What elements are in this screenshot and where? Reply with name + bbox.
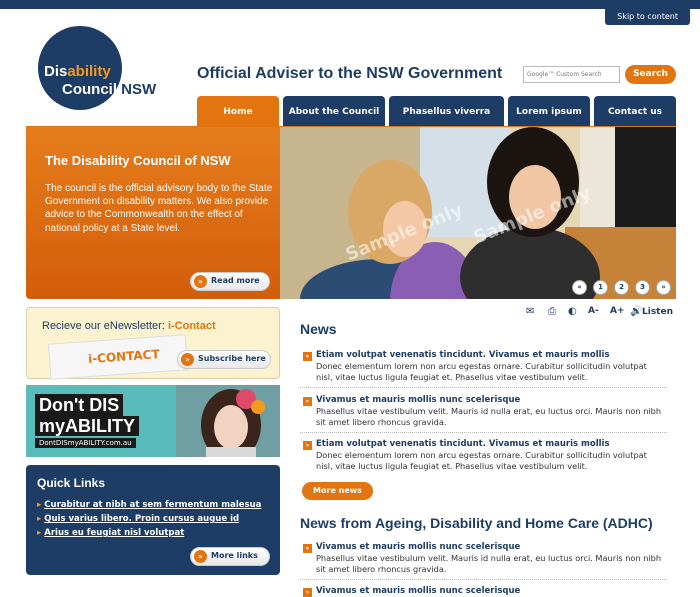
nav-tab-phasellus[interactable]: Phasellus viverra bbox=[389, 96, 504, 127]
top-bar bbox=[0, 0, 700, 9]
read-more-button[interactable]: » Read more bbox=[190, 272, 270, 291]
more-news-button[interactable]: More news bbox=[302, 482, 373, 500]
news-item-title[interactable]: Etiam volutpat venenatis tincidunt. Viva… bbox=[316, 350, 610, 360]
news-item: » Vivamus et mauris mollis nunc sceleris… bbox=[300, 395, 667, 435]
news-divider bbox=[300, 579, 667, 580]
pager-page-1[interactable]: 1 bbox=[593, 280, 608, 295]
pager-page-3[interactable]: 3 bbox=[635, 280, 650, 295]
hero-title: The Disability Council of NSW bbox=[45, 153, 231, 168]
nav-tab-lorem[interactable]: Lorem ipsum bbox=[508, 96, 590, 127]
pager-next-button[interactable]: » bbox=[656, 280, 671, 295]
news-item-title[interactable]: Etiam volutpat venenatis tincidunt. Viva… bbox=[316, 439, 610, 449]
arrow-icon: » bbox=[303, 397, 312, 406]
arrow-icon: » bbox=[303, 588, 312, 597]
chevron-right-icon: » bbox=[181, 353, 194, 366]
slide-pager: « 1 2 3 » bbox=[572, 280, 671, 295]
banner-line-2: myABILITY bbox=[35, 416, 140, 436]
banner-line-1: Don't DIS bbox=[35, 394, 124, 416]
banner-photo bbox=[176, 385, 280, 457]
news-item-body: Phasellus vitae vestibulum velit. Mauris… bbox=[316, 406, 662, 427]
news-item-title[interactable]: Vivamus et mauris mollis nunc scelerisqu… bbox=[316, 395, 520, 405]
adhc-news-item: » Vivamus et mauris mollis nunc sceleris… bbox=[300, 586, 667, 597]
news-divider bbox=[300, 387, 667, 388]
more-links-label: More links bbox=[211, 551, 258, 560]
adhc-item-title[interactable]: Vivamus et mauris mollis nunc scelerisqu… bbox=[316, 586, 520, 596]
site-title: Official Adviser to the NSW Government bbox=[197, 65, 503, 82]
text-smaller-icon[interactable]: A- bbox=[588, 306, 599, 316]
news-item-body: Donec elementum lorem non arcu egestas o… bbox=[316, 361, 647, 382]
quick-link-3[interactable]: ▸ Arius eu feugiat nisl volutpat bbox=[37, 528, 184, 538]
nav-tab-home[interactable]: Home bbox=[197, 96, 279, 127]
logo-line-1: Disability bbox=[44, 63, 111, 80]
quick-links-title: Quick Links bbox=[37, 476, 106, 490]
text-larger-icon[interactable]: A+ bbox=[610, 306, 625, 316]
quick-link-1[interactable]: ▸ Curabitur at nibh at sem fermentum male… bbox=[37, 500, 261, 510]
pager-page-2[interactable]: 2 bbox=[614, 280, 629, 295]
adhc-heading: News from Ageing, Disability and Home Ca… bbox=[300, 515, 653, 531]
banner-url: DontDISmyABILITY.com.au bbox=[35, 438, 136, 448]
banner-portrait bbox=[176, 385, 280, 457]
subscribe-button[interactable]: » Subscribe here bbox=[177, 350, 271, 369]
search-input[interactable] bbox=[523, 66, 620, 83]
listen-label[interactable]: Listen bbox=[642, 307, 673, 317]
quick-links-panel: Quick Links ▸ Curabitur at nibh at sem fe… bbox=[26, 465, 280, 575]
subscribe-label: Subscribe here bbox=[198, 354, 266, 363]
search-button[interactable]: Search bbox=[625, 65, 676, 84]
arrow-icon: » bbox=[303, 352, 312, 361]
logo-line-2: Council NSW bbox=[62, 81, 157, 98]
news-item-body: Donec elementum lorem non arcu egestas o… bbox=[316, 450, 647, 471]
news-item: » Etiam volutpat venenatis tincidunt. Vi… bbox=[300, 350, 667, 390]
adhc-news-item: » Vivamus et mauris mollis nunc sceleris… bbox=[300, 542, 667, 582]
enewsletter-box: Recieve our eNewsletter: i-Contact i-CON… bbox=[26, 307, 280, 380]
news-heading: News bbox=[300, 321, 337, 337]
hero-illustration bbox=[280, 127, 676, 299]
news-divider bbox=[300, 432, 667, 433]
dont-dis-my-ability-banner[interactable]: Don't DIS myABILITY DontDISmyABILITY.com… bbox=[26, 385, 280, 457]
arrow-icon: » bbox=[303, 544, 312, 553]
chevron-right-icon: » bbox=[194, 275, 207, 288]
hero-photo: Sample only Sample only « 1 2 3 » bbox=[280, 127, 676, 299]
enewsletter-thumbnail: i-CONTACT bbox=[47, 334, 189, 380]
nav-tab-contact[interactable]: Contact us bbox=[594, 96, 676, 127]
chevron-right-icon: » bbox=[194, 550, 207, 563]
quick-link-2[interactable]: ▸ Quis varius libero. Proin cursus augue … bbox=[37, 514, 239, 524]
hero-panel: The Disability Council of NSW The counci… bbox=[26, 127, 280, 299]
contrast-icon[interactable]: ◐ bbox=[568, 306, 577, 317]
nav-tab-about[interactable]: About the Council bbox=[283, 96, 385, 127]
enewsletter-title: Recieve our eNewsletter: i-Contact bbox=[42, 320, 216, 332]
adhc-item-title[interactable]: Vivamus et mauris mollis nunc scelerisqu… bbox=[316, 542, 520, 552]
adhc-item-body: Phasellus vitae vestibulum velit. Mauris… bbox=[316, 553, 662, 574]
pager-prev-button[interactable]: « bbox=[572, 280, 587, 295]
page-tools: ✉ ⎙ ◐ A- A+ 🔊 Listen bbox=[526, 306, 676, 320]
site-logo[interactable]: Disability Council NSW bbox=[38, 26, 158, 110]
more-links-button[interactable]: » More links bbox=[190, 547, 270, 566]
listen-icon[interactable]: 🔊 bbox=[630, 306, 642, 317]
news-item: » Etiam volutpat venenatis tincidunt. Vi… bbox=[300, 439, 667, 479]
arrow-icon: » bbox=[303, 441, 312, 450]
print-icon[interactable]: ⎙ bbox=[548, 306, 556, 317]
email-icon[interactable]: ✉ bbox=[526, 306, 534, 317]
skip-to-content-link[interactable]: Skip to content bbox=[605, 8, 690, 25]
read-more-label: Read more bbox=[211, 276, 260, 285]
hero-body: The council is the official advisory bod… bbox=[45, 183, 273, 234]
